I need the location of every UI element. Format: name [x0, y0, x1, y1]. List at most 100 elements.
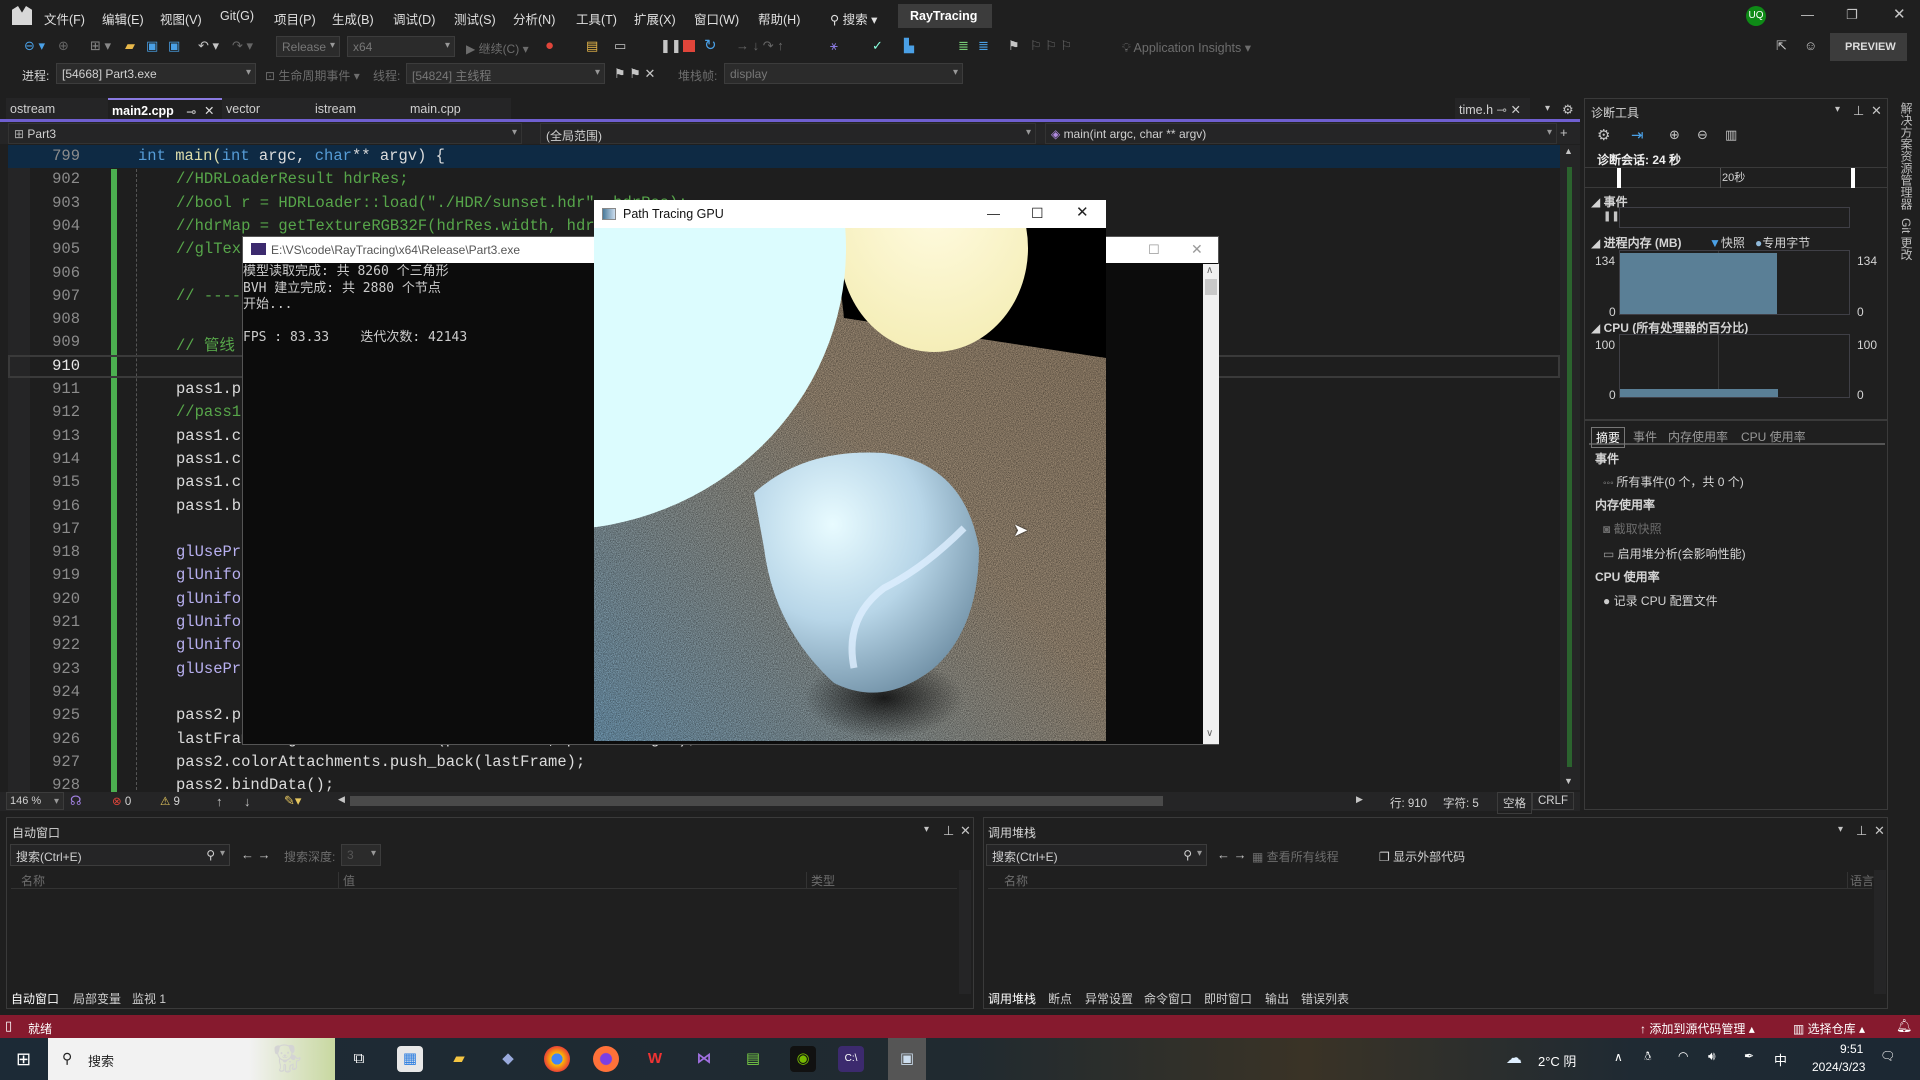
whitespace-indicator[interactable]: 空格 [1497, 792, 1532, 814]
next-issue-icon[interactable]: ↓ [244, 795, 251, 808]
code-line[interactable]: 927 pass2.colorAttachments.push_back(last… [8, 751, 1560, 774]
user-avatar[interactable]: UQ [1746, 6, 1766, 26]
timeline-end-handle[interactable] [1851, 168, 1855, 188]
platform-dropdown[interactable]: x64 [347, 36, 455, 57]
menu-analyze[interactable]: 分析(N) [513, 9, 555, 28]
line-indicator[interactable]: 行: 910 [1390, 795, 1427, 811]
wifi-icon[interactable]: ◠ [1678, 1049, 1688, 1063]
render-title-bar[interactable]: Path Tracing GPU — ☐ ✕ [594, 200, 1106, 228]
flag-icon[interactable]: ⚑ ⚑ ✕ [614, 67, 655, 80]
maximize-icon[interactable]: ☐ [1148, 243, 1160, 256]
save-all-icon[interactable]: ▣ [168, 39, 180, 52]
tab-call-stack[interactable]: 调用堆栈 [988, 990, 1036, 1007]
memory-section-header[interactable]: ◢ 进程内存 (MB) [1591, 234, 1682, 251]
pause-icon[interactable]: ❚❚ [1603, 212, 1620, 222]
console-scrollbar[interactable]: ∧ ∨ [1203, 264, 1219, 744]
tab-cpu-usage[interactable]: CPU 使用率 [1737, 428, 1810, 445]
panel-menu-icon[interactable]: ▾ [924, 825, 929, 835]
hot-reload-icon[interactable]: ● [545, 38, 554, 53]
scroll-up-icon[interactable]: ∧ [1206, 266, 1213, 276]
tab-command-window[interactable]: 命令窗口 [1144, 990, 1192, 1007]
menu-view[interactable]: 视图(V) [160, 9, 202, 28]
maximize-icon[interactable]: ☐ [1031, 206, 1044, 220]
show-next-statement-icon[interactable]: → ↓ ↷ ↑ [736, 39, 784, 52]
tab-locals[interactable]: 局部变量 [73, 990, 121, 1007]
process-dropdown[interactable]: [54668] Part3.exe [56, 63, 256, 84]
zoom-in-icon[interactable]: ⊕ [1669, 128, 1680, 141]
view-all-threads-button[interactable]: ▦ 查看所有线程 [1252, 848, 1339, 865]
bookmark-icon[interactable]: ⚑ [1008, 39, 1020, 52]
menu-file[interactable]: 文件(F) [44, 9, 85, 28]
file-explorer-icon[interactable]: ▰ [446, 1046, 472, 1072]
autos-scrollbar[interactable] [959, 870, 971, 994]
path-tracing-taskbar-icon[interactable]: ▣ [888, 1038, 926, 1080]
minimize-icon[interactable]: — [1801, 8, 1814, 21]
thread-dropdown[interactable]: [54824] 主线程 [406, 63, 605, 84]
console-taskbar-icon[interactable]: C:\ [838, 1046, 864, 1072]
chrome-icon[interactable] [544, 1046, 570, 1072]
forward-icon[interactable]: ⊕ [58, 39, 69, 52]
weather-icon[interactable]: ☁ [1506, 1048, 1522, 1068]
lifecycle-events-button[interactable]: ⊡ 生命周期事件 ▾ [265, 67, 360, 84]
pin-icon[interactable]: ⊥ [943, 824, 954, 837]
diagnostics-icon[interactable]: ⚹ [830, 39, 838, 52]
settings-gear-icon[interactable]: ⚙ [1597, 128, 1610, 143]
outdent-icon[interactable]: ≣ [978, 39, 989, 52]
open-folder-icon[interactable]: ▰ [125, 39, 135, 52]
scroll-down-icon[interactable]: ∨ [1206, 729, 1213, 739]
column-language[interactable]: 语言 [1847, 872, 1874, 889]
close-icon[interactable]: ✕ [1871, 104, 1882, 117]
save-icon[interactable]: ▣ [146, 39, 158, 52]
horizontal-scrollbar-thumb[interactable] [350, 796, 1163, 806]
tab-error-list[interactable]: 错误列表 [1301, 990, 1349, 1007]
indent-icon[interactable]: ≣ [958, 39, 969, 52]
continue-button[interactable]: ▶ 继续(C) ▾ [466, 40, 529, 57]
scroll-up-icon[interactable]: ▲ [1564, 147, 1573, 156]
menu-help[interactable]: 帮助(H) [758, 9, 800, 28]
action-center-icon[interactable]: 🗨︎ [1880, 1049, 1895, 1063]
path-tracing-window[interactable]: Path Tracing GPU — ☐ ✕ [594, 200, 1106, 741]
minimize-icon[interactable]: — [987, 207, 1000, 220]
callstack-scrollbar[interactable] [1874, 870, 1886, 994]
menu-extensions[interactable]: 扩展(X) [634, 9, 676, 28]
scrollbar-thumb[interactable] [1205, 279, 1217, 295]
undo-icon[interactable]: ↶ ▾ [198, 39, 219, 52]
zoom-out-icon[interactable]: ⊖ [1697, 128, 1708, 141]
close-icon[interactable]: ✕ [1076, 205, 1089, 220]
notepad-icon[interactable]: ▤ [740, 1046, 766, 1072]
timeline-ruler[interactable]: 20秒 [1585, 167, 1887, 188]
project-dropdown[interactable]: ⊞ Part3 [8, 123, 522, 144]
firefox-icon[interactable] [593, 1046, 619, 1072]
qq-icon[interactable]: 🐧︎ [1644, 1049, 1651, 1065]
tab-watch-1[interactable]: 监视 1 [132, 990, 166, 1007]
tab-vector[interactable]: vector [222, 98, 311, 120]
clock-date[interactable]: 2024/3/23 [1812, 1060, 1865, 1074]
heap-profiling-button[interactable]: ▭ 启用堆分析(会影响性能) [1603, 545, 1746, 562]
tab-summary[interactable]: 摘要 [1591, 427, 1626, 448]
git-changes-tab[interactable]: Git 更改 [1898, 218, 1915, 261]
column-type[interactable]: 类型 [806, 872, 835, 889]
ime-indicator[interactable]: 中 [1774, 1050, 1787, 1069]
pin-icon[interactable]: ⊥ [1856, 824, 1867, 837]
tab-list-dropdown-icon[interactable]: ▾ [1545, 104, 1550, 114]
scroll-right-icon[interactable]: ▶ [1356, 795, 1363, 804]
tab-events[interactable]: 事件 [1629, 428, 1661, 445]
menu-tools[interactable]: 工具(T) [576, 9, 617, 28]
redo-icon[interactable]: ↷ ▾ [232, 39, 253, 52]
tab-close-icon[interactable]: ✕ [204, 103, 214, 118]
close-icon[interactable]: ✕ [1893, 7, 1906, 22]
nvidia-icon[interactable]: ◉ [790, 1046, 816, 1072]
menu-debug[interactable]: 调试(D) [393, 9, 435, 28]
tab-istream[interactable]: istream [311, 98, 406, 120]
bookmark-nav-icon[interactable]: ⚐ ⚐ ⚐ [1030, 39, 1072, 52]
tab-main-cpp[interactable]: main.cpp [406, 98, 511, 120]
spell-check-icon[interactable]: ✓ [872, 39, 883, 52]
error-count[interactable]: ⊗ 0 [112, 794, 131, 808]
split-icon[interactable]: + [1560, 126, 1568, 139]
tab-output[interactable]: 输出 [1265, 990, 1289, 1007]
solution-explorer-tab[interactable]: 解决方案资源管理器 [1898, 102, 1915, 210]
search-nav-icon[interactable]: ← → [1217, 848, 1247, 861]
restart-icon[interactable]: ↻ [704, 38, 717, 53]
add-to-source-control-button[interactable]: ↑ 添加到源代码管理 ▴ [1640, 1020, 1755, 1037]
scroll-left-icon[interactable]: ◀ [338, 795, 345, 804]
